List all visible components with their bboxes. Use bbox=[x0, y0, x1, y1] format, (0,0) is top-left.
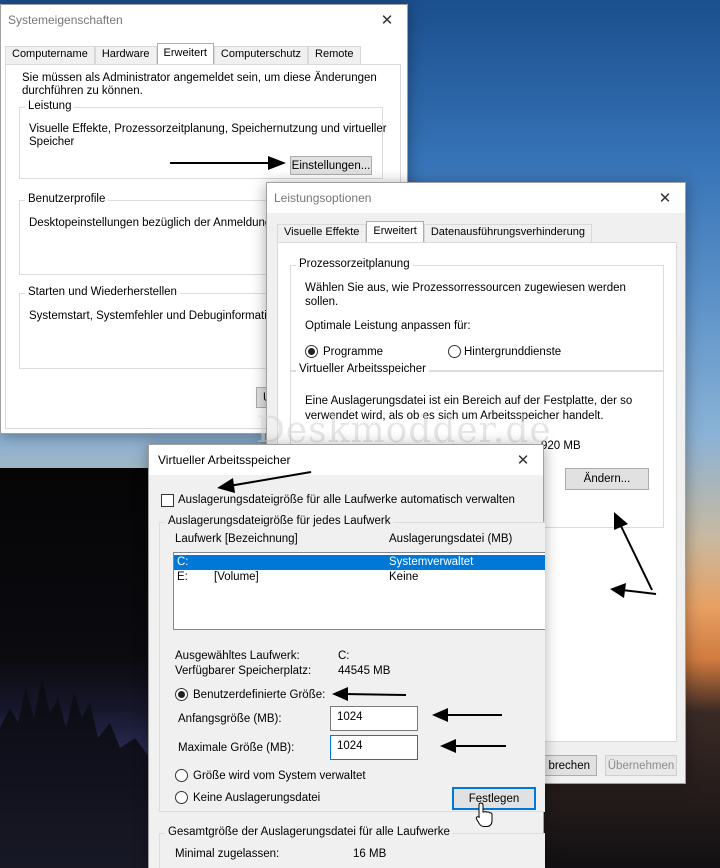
tab-erweitert[interactable]: Erweitert bbox=[156, 43, 214, 64]
drive-letter: E: bbox=[177, 571, 188, 583]
drive-pagefile: Keine bbox=[389, 571, 419, 583]
desktop-silhouette bbox=[0, 678, 150, 868]
annotation-arrow-aendern-secondary bbox=[610, 583, 657, 598]
initial-size-input[interactable]: 1024 bbox=[330, 706, 418, 731]
radio-no-pagefile[interactable] bbox=[175, 791, 188, 804]
cpu-title: Prozessorzeitplanung bbox=[296, 258, 413, 270]
einstellungen-button[interactable]: Einstellungen... bbox=[290, 156, 372, 175]
min-allowed-label: Minimal zugelassen: bbox=[175, 848, 280, 860]
uebernehmen-button[interactable]: Übernehmen bbox=[605, 755, 677, 776]
drive-row[interactable]: E: [Volume] Keine bbox=[174, 570, 545, 585]
initial-size-label: Anfangsgröße (MB): bbox=[178, 713, 282, 725]
cpu-desc-line2: sollen. bbox=[305, 296, 339, 308]
total-size-group: Gesamtgröße der Auslagerungsdatei für al… bbox=[159, 826, 545, 868]
drive-pagefile: Systemverwaltet bbox=[389, 556, 474, 568]
cpu-group: Prozessorzeitplanung Wählen Sie aus, wie… bbox=[290, 258, 664, 371]
admin-note-line1: Sie müssen als Administrator angemeldet … bbox=[22, 72, 377, 84]
tab-erweitert[interactable]: Erweitert bbox=[366, 221, 424, 242]
selected-drive-label: Ausgewähltes Laufwerk: bbox=[175, 650, 300, 662]
selected-drive-value: C: bbox=[338, 650, 350, 662]
col-auslagerungsdatei-header: Auslagerungsdatei (MB) bbox=[389, 533, 513, 545]
radio-hintergrunddienste[interactable] bbox=[448, 345, 461, 358]
radio-programme-label[interactable]: Programme bbox=[323, 346, 383, 358]
aendern-button[interactable]: Ändern... bbox=[565, 468, 649, 490]
radio-system-managed[interactable] bbox=[175, 769, 188, 782]
starten-title: Starten und Wiederherstellen bbox=[25, 286, 180, 298]
virtual-memory-title: Virtueller Arbeitsspeicher bbox=[296, 363, 429, 375]
window-title: Virtueller Arbeitsspeicher bbox=[158, 453, 291, 467]
admin-note-line2: durchführen zu können. bbox=[22, 85, 143, 97]
tab-computerschutz[interactable]: Computerschutz bbox=[213, 46, 309, 64]
radio-no-pagefile-label[interactable]: Keine Auslagerungsdatei bbox=[193, 792, 320, 804]
auto-manage-checkbox[interactable] bbox=[161, 494, 174, 507]
drive-row[interactable]: C: Systemverwaltet bbox=[174, 555, 545, 570]
cpu-desc-line1: Wählen Sie aus, wie Prozessorressourcen … bbox=[305, 282, 626, 294]
performance-options-titlebar[interactable]: Leistungsoptionen ✕ bbox=[267, 183, 685, 213]
radio-programme[interactable] bbox=[305, 345, 318, 358]
tab-bar: Computername Hardware Erweitert Computer… bbox=[5, 43, 361, 64]
leistung-desc-line2: Speicher bbox=[29, 136, 75, 148]
tab-hardware[interactable]: Hardware bbox=[94, 46, 157, 64]
annotation-arrow-max-size bbox=[440, 739, 506, 753]
min-allowed-value: 16 MB bbox=[353, 848, 387, 860]
vm-desc-line1: Eine Auslagerungsdatei ist ein Bereich a… bbox=[305, 395, 633, 407]
optimal-label: Optimale Leistung anpassen für: bbox=[305, 320, 471, 332]
max-size-input[interactable]: 1024 bbox=[330, 735, 418, 760]
drive-list[interactable]: C: Systemverwaltet E: [Volume] Keine bbox=[173, 552, 545, 630]
window-title: Systemeigenschaften bbox=[8, 13, 123, 27]
close-icon[interactable]: ✕ bbox=[645, 183, 685, 213]
per-drive-title: Auslagerungsdateigröße für jedes Laufwer… bbox=[165, 515, 394, 527]
annotation-arrow-initial-size bbox=[432, 708, 502, 722]
window-title: Leistungsoptionen bbox=[274, 191, 372, 205]
leistung-desc-line1: Visuelle Effekte, Prozessorzeitplanung, … bbox=[29, 123, 387, 135]
tab-bar: Visuelle Effekte Erweitert Datenausführu… bbox=[277, 221, 592, 242]
benutzerprofile-desc: Desktopeinstellungen bezüglich der Anmel… bbox=[29, 217, 272, 229]
benutzerprofile-title: Benutzerprofile bbox=[25, 193, 109, 205]
free-space-label: Verfügbarer Speicherplatz: bbox=[175, 665, 312, 677]
close-icon[interactable]: ✕ bbox=[367, 5, 407, 35]
tab-remote[interactable]: Remote bbox=[308, 46, 361, 64]
desktop-background-dark bbox=[0, 468, 150, 868]
radio-hintergrunddienste-label[interactable]: Hintergrunddienste bbox=[464, 346, 561, 358]
tab-computername[interactable]: Computername bbox=[5, 46, 95, 64]
total-size-title: Gesamtgröße der Auslagerungsdatei für al… bbox=[165, 826, 453, 838]
drive-letter: C: bbox=[177, 556, 189, 568]
tab-datenausfuehrungsverhinderung[interactable]: Datenausführungsverhinderung bbox=[423, 224, 592, 242]
radio-system-managed-label[interactable]: Größe wird vom System verwaltet bbox=[193, 770, 366, 782]
system-properties-titlebar[interactable]: Systemeigenschaften ✕ bbox=[1, 5, 407, 35]
hand-cursor-icon bbox=[475, 802, 493, 827]
annotation-arrow-custom-size bbox=[332, 687, 407, 701]
col-laufwerk-header: Laufwerk [Bezeichnung] bbox=[175, 533, 298, 545]
virtual-memory-titlebar[interactable]: Virtueller Arbeitsspeicher ✕ bbox=[149, 445, 543, 475]
radio-custom-size-label[interactable]: Benutzerdefinierte Größe: bbox=[193, 689, 325, 701]
drive-label: [Volume] bbox=[214, 571, 259, 583]
close-icon[interactable]: ✕ bbox=[503, 445, 543, 475]
per-drive-group: Auslagerungsdateigröße für jedes Laufwer… bbox=[159, 515, 545, 812]
leistung-title: Leistung bbox=[25, 100, 75, 112]
tab-visuelle-effekte[interactable]: Visuelle Effekte bbox=[277, 224, 367, 242]
free-space-value: 44545 MB bbox=[338, 665, 391, 677]
starten-desc: Systemstart, Systemfehler und Debuginfor… bbox=[29, 310, 293, 322]
annotation-arrow-einstellungen bbox=[170, 156, 286, 170]
radio-custom-size[interactable] bbox=[175, 688, 188, 701]
annotation-arrow-checkbox bbox=[217, 471, 312, 493]
max-size-label: Maximale Größe (MB): bbox=[178, 742, 295, 754]
